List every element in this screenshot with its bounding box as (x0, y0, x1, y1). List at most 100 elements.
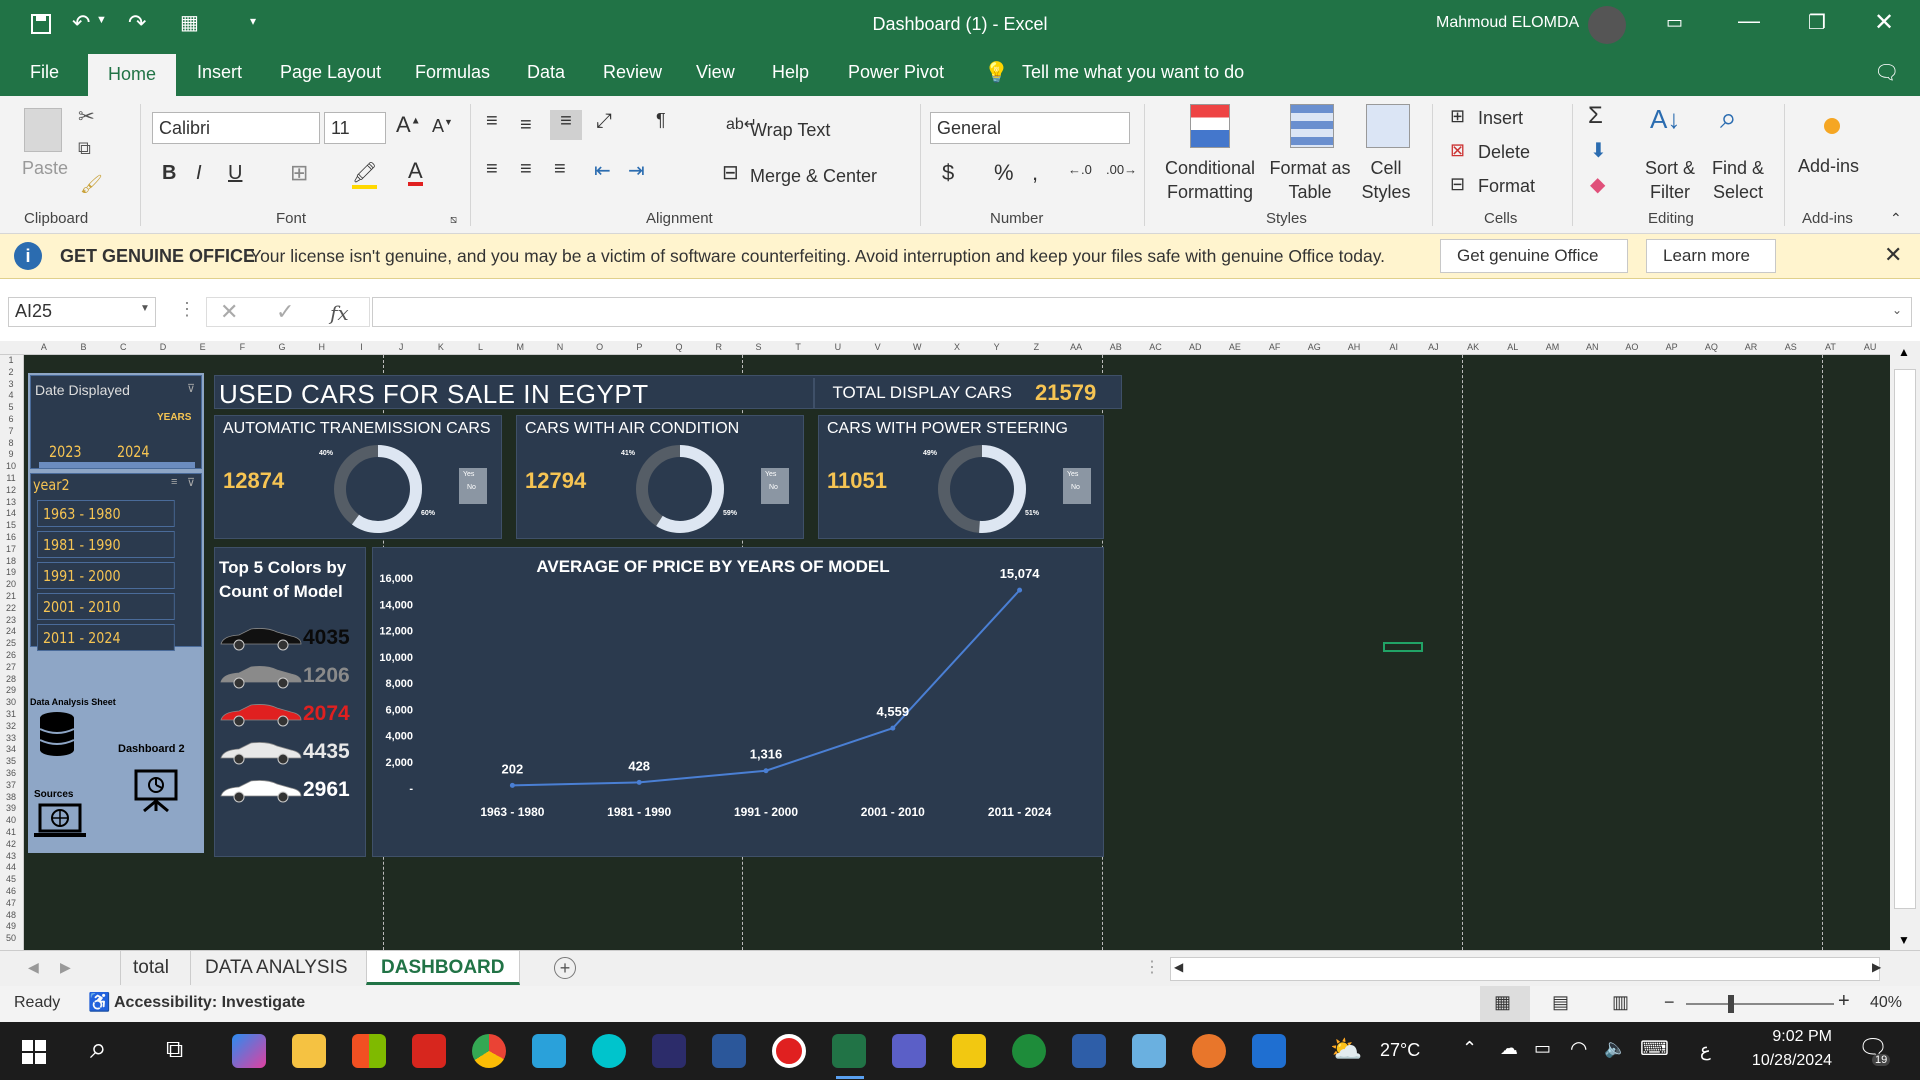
next-sheet-icon[interactable]: ▶ (60, 959, 71, 976)
photos-icon[interactable] (1252, 1034, 1286, 1068)
close-icon[interactable]: ✕ (1874, 8, 1894, 37)
font-color-icon[interactable]: A (408, 160, 423, 186)
scroll-right-icon[interactable]: ▶ (1872, 960, 1881, 974)
row-header[interactable]: 30 (0, 697, 22, 708)
bold-icon[interactable]: B (162, 162, 176, 185)
decrease-font-icon[interactable]: A▼ (432, 116, 453, 137)
align-bottom-icon[interactable]: ≡ (550, 110, 582, 140)
prev-sheet-icon[interactable]: ◀ (28, 959, 39, 976)
italic-icon[interactable]: I (196, 162, 202, 185)
column-header[interactable]: AD (1175, 342, 1215, 352)
font-dialog-launcher-icon[interactable]: ⧅ (450, 214, 457, 227)
recorder-icon[interactable] (772, 1034, 806, 1068)
save-icon[interactable] (30, 13, 52, 35)
row-header[interactable]: 2 (0, 367, 22, 378)
decrease-indent-icon[interactable]: ⇤ (594, 158, 611, 183)
volume-icon[interactable]: 🔈 (1604, 1038, 1626, 1059)
row-header[interactable]: 42 (0, 839, 22, 850)
column-header[interactable]: AK (1453, 342, 1493, 352)
accessibility-status[interactable]: Accessibility: Investigate (114, 994, 305, 1012)
row-header[interactable]: 35 (0, 756, 22, 767)
wifi-icon[interactable]: ◠ (1570, 1036, 1587, 1061)
notification-count[interactable]: 19 (1872, 1054, 1891, 1066)
data-analysis-link[interactable]: Data Analysis Sheet (30, 697, 116, 707)
currency-icon[interactable]: $ (942, 160, 954, 186)
delete-cells-icon[interactable]: ⊠ (1450, 140, 1465, 161)
row-header[interactable]: 44 (0, 862, 22, 873)
merge-center-button[interactable]: Merge & Center (750, 166, 877, 187)
new-sheet-icon[interactable]: + (554, 957, 576, 979)
name-box-dropdown-icon[interactable]: ▼ (140, 303, 150, 314)
cell-styles-button[interactable]: Cell Styles (1346, 156, 1426, 204)
column-header[interactable]: AJ (1414, 342, 1454, 352)
row-header[interactable]: 11 (0, 473, 22, 484)
clear-icon[interactable]: ◆ (1590, 172, 1605, 197)
merge-center-icon[interactable]: ⊟ (722, 160, 739, 185)
column-header[interactable]: P (620, 342, 660, 352)
app-icon[interactable] (1012, 1034, 1046, 1068)
tab-insert[interactable]: Insert (197, 62, 242, 83)
row-header[interactable]: 38 (0, 792, 22, 803)
column-header[interactable]: E (183, 342, 223, 352)
add-ins-button[interactable]: Add-ins (1798, 156, 1859, 177)
column-header[interactable]: AI (1374, 342, 1414, 352)
snipping-tool-icon[interactable] (1132, 1034, 1166, 1068)
page-break-view-icon[interactable]: ▥ (1612, 992, 1629, 1013)
column-header[interactable]: AH (1334, 342, 1374, 352)
battery-icon[interactable]: ▭ (1534, 1038, 1551, 1059)
row-header[interactable]: 1 (0, 355, 22, 366)
find-select-icon[interactable]: ⌕ (1720, 102, 1737, 136)
tab-help[interactable]: Help (772, 62, 809, 83)
slicer-item[interactable]: 2001 - 2010 (37, 593, 175, 620)
tab-data[interactable]: Data (527, 62, 565, 83)
zoom-in-icon[interactable]: + (1838, 990, 1850, 1013)
paste-button[interactable]: Paste (22, 158, 68, 179)
search-icon[interactable]: ⌕ (90, 1032, 107, 1066)
column-header[interactable]: R (699, 342, 739, 352)
row-header[interactable]: 26 (0, 650, 22, 661)
weather-temp[interactable]: 27°C (1380, 1040, 1420, 1061)
cell-styles-icon[interactable] (1366, 104, 1410, 148)
increase-font-icon[interactable]: A▲ (396, 112, 421, 138)
align-center-icon[interactable]: ≡ (520, 158, 532, 181)
zoom-out-icon[interactable]: − (1664, 992, 1675, 1013)
close-infobar-icon[interactable]: ✕ (1884, 242, 1902, 268)
borders-icon[interactable]: ⊞ (290, 160, 308, 186)
row-header[interactable]: 24 (0, 626, 22, 637)
zoom-level[interactable]: 40% (1870, 994, 1902, 1012)
format-cells-button[interactable]: Format (1478, 176, 1535, 197)
row-header[interactable]: 5 (0, 402, 22, 413)
zoom-slider-thumb[interactable] (1727, 995, 1734, 1013)
delete-cells-button[interactable]: Delete (1478, 142, 1530, 163)
clock-date[interactable]: 10/28/2024 (1728, 1052, 1832, 1070)
power-bi-icon[interactable] (952, 1034, 986, 1068)
row-header[interactable]: 4 (0, 390, 22, 401)
expand-formula-icon[interactable]: ⌄ (1892, 303, 1902, 317)
column-header[interactable]: H (302, 342, 342, 352)
underline-icon[interactable]: U (228, 162, 242, 185)
insert-function-icon[interactable]: fx (330, 301, 349, 325)
column-header[interactable]: AU (1850, 342, 1890, 352)
add-ins-icon[interactable] (1824, 118, 1840, 134)
slicer-item[interactable]: 2011 - 2024 (37, 624, 175, 651)
excel-icon[interactable] (832, 1034, 866, 1068)
scroll-down-icon[interactable]: ▼ (1898, 933, 1910, 947)
row-header[interactable]: 23 (0, 615, 22, 626)
sheet-tab-data-analysis[interactable]: DATA ANALYSIS (190, 951, 362, 985)
fill-color-icon[interactable]: 🖍 (352, 160, 378, 189)
format-painter-icon[interactable]: 🖌 (80, 174, 103, 195)
row-header[interactable]: 28 (0, 674, 22, 685)
row-header[interactable]: 10 (0, 461, 22, 472)
row-header[interactable]: 48 (0, 910, 22, 921)
increase-decimal-icon[interactable]: ←.0 (1068, 162, 1092, 177)
microsoft-store-icon[interactable] (352, 1034, 386, 1068)
scroll-left-icon[interactable]: ◀ (1174, 960, 1183, 974)
insert-cells-icon[interactable]: ⊞ (1450, 106, 1465, 127)
column-header[interactable]: AS (1771, 342, 1811, 352)
multi-select-icon[interactable]: ≡ (171, 476, 177, 488)
row-header[interactable]: 29 (0, 685, 22, 696)
column-header[interactable]: D (143, 342, 183, 352)
input-language[interactable]: ع (1700, 1040, 1711, 1061)
align-left-icon[interactable]: ≡ (486, 158, 498, 181)
column-header[interactable]: AQ (1691, 342, 1731, 352)
